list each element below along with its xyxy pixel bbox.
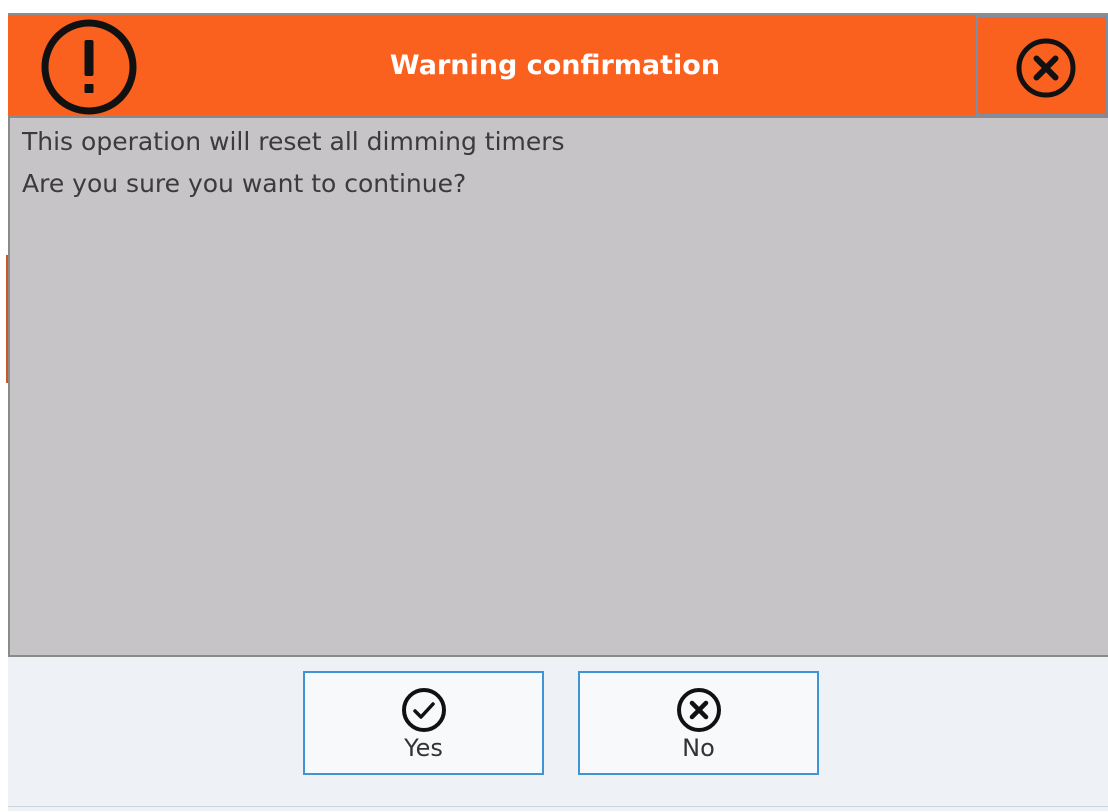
warning-exclamation-icon	[41, 19, 137, 115]
no-button-label: No	[682, 734, 715, 762]
message-panel: This operation will reset all dimming ti…	[8, 118, 1108, 657]
check-circle-icon	[402, 688, 446, 732]
footer-bottom-edge	[8, 806, 1108, 812]
dialog-title: Warning confirmation	[389, 50, 721, 81]
message-line-2: Are you sure you want to continue?	[22, 169, 467, 198]
message-line-1: This operation will reset all dimming ti…	[22, 127, 565, 156]
dialog-footer	[8, 657, 1108, 811]
close-icon	[1016, 38, 1076, 98]
yes-button-label: Yes	[404, 734, 443, 762]
close-circle-icon	[677, 688, 721, 732]
no-button[interactable]: No	[578, 671, 819, 775]
dialog-close-button[interactable]	[976, 15, 1108, 116]
yes-button[interactable]: Yes	[303, 671, 544, 775]
